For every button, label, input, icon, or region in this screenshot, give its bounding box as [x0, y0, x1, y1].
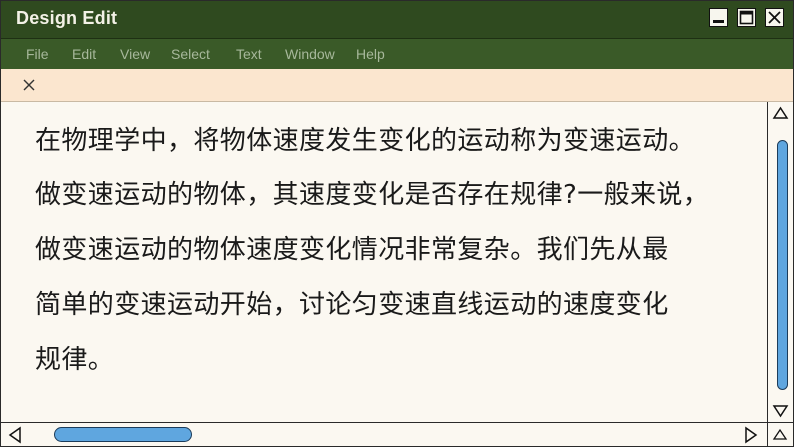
triangle-down-icon[interactable]: [772, 404, 789, 418]
resize-corner[interactable]: [767, 422, 793, 446]
app-window: Design Edit File Edit View Select Text W…: [0, 0, 794, 447]
text-line: 做变速运动的物体，其速度变化是否存在规律?一般来说，: [35, 180, 710, 210]
title-bar[interactable]: Design Edit: [1, 1, 793, 39]
triangle-right-icon[interactable]: [743, 426, 759, 444]
menu-bar: File Edit View Select Text Window Help: [1, 39, 793, 69]
menu-select[interactable]: Select: [171, 46, 210, 62]
horizontal-scroll-thumb[interactable]: [54, 427, 192, 442]
text-line: 做变速运动的物体速度变化情况非常复杂。我们先从最: [35, 235, 669, 265]
menu-view[interactable]: View: [120, 46, 150, 62]
menu-edit[interactable]: Edit: [72, 46, 96, 62]
menu-file[interactable]: File: [26, 46, 49, 62]
tab-bar: [1, 69, 793, 102]
text-line: 简单的变速运动开始，讨论匀变速直线运动的速度变化: [35, 290, 669, 320]
minimize-icon: [713, 20, 724, 23]
tab-close-icon[interactable]: [19, 75, 39, 95]
vertical-scrollbar[interactable]: [767, 102, 793, 422]
triangle-left-icon[interactable]: [7, 426, 23, 444]
window-title: Design Edit: [16, 8, 118, 28]
close-icon: [768, 11, 781, 24]
text-line: 在物理学中，将物体速度发生变化的运动称为变速运动。: [35, 126, 696, 156]
menu-text[interactable]: Text: [236, 46, 262, 62]
triangle-up-icon[interactable]: [772, 106, 789, 120]
vertical-scroll-thumb[interactable]: [777, 140, 788, 390]
menu-help[interactable]: Help: [356, 46, 385, 62]
maximize-button[interactable]: [737, 8, 756, 27]
close-button[interactable]: [765, 8, 784, 27]
horizontal-scrollbar[interactable]: [1, 422, 793, 446]
maximize-icon: [739, 10, 754, 25]
document-content[interactable]: 在物理学中，将物体速度发生变化的运动称为变速运动。 做变速运动的物体，其速度变化…: [1, 102, 767, 422]
minimize-button[interactable]: [709, 8, 728, 27]
resize-grip-icon: [772, 428, 788, 440]
menu-window[interactable]: Window: [285, 46, 335, 62]
text-line: 规律。: [35, 345, 115, 375]
